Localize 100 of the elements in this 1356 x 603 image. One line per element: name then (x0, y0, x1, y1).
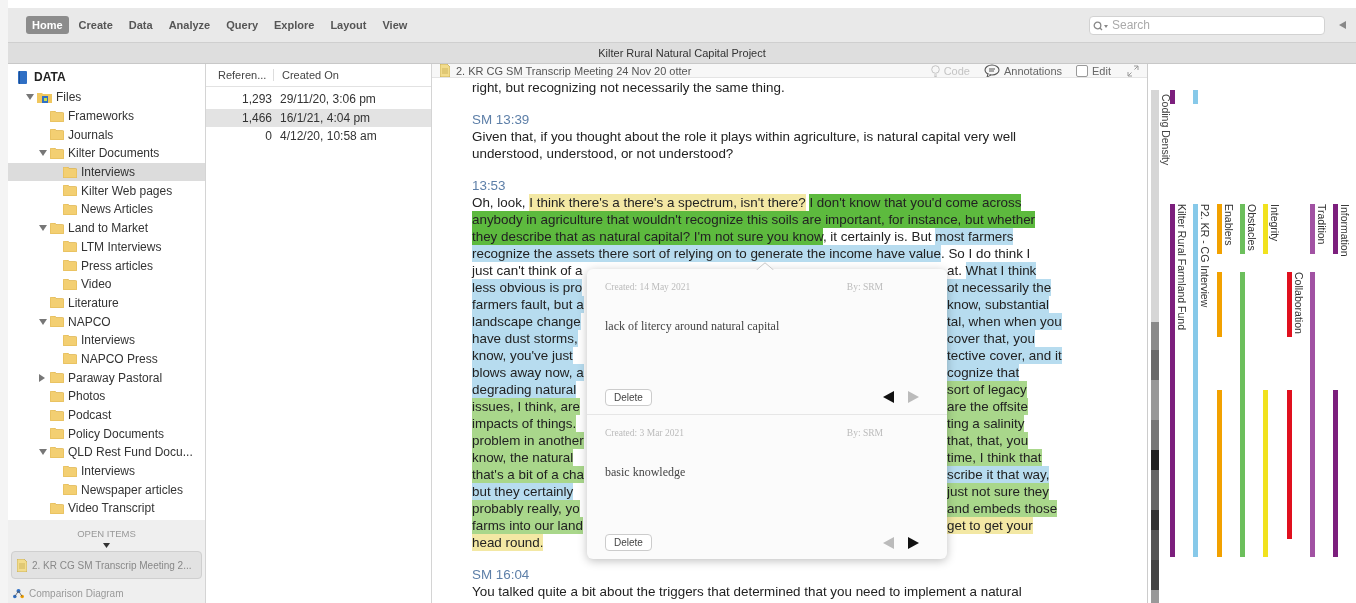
stripe-label[interactable]: Obstacles (1245, 204, 1258, 251)
coded-text[interactable]: ot necessarily the (947, 279, 1052, 296)
ribbon-tab[interactable]: Analyze (162, 16, 217, 34)
stripe-label[interactable]: P2. KR - CG Interview (1199, 204, 1212, 308)
coded-text[interactable]: issues, I think, are (472, 398, 580, 415)
coded-text[interactable]: but they certainly (472, 483, 574, 500)
tree-item[interactable]: Interviews (8, 461, 205, 481)
coded-text[interactable]: blows away now, a (472, 364, 584, 381)
table-row[interactable]: 1,466 16/1/21, 4:04 pm (206, 108, 431, 127)
expanded-triangle-icon[interactable] (39, 150, 47, 157)
expand-icon[interactable] (1127, 64, 1139, 77)
next-button[interactable] (908, 536, 919, 549)
coding-stripe[interactable] (1309, 272, 1315, 557)
ribbon-tab[interactable]: Query (220, 16, 265, 34)
coded-text[interactable]: head round. (472, 534, 544, 551)
stripe-label[interactable]: Information (1339, 204, 1352, 257)
coding-stripe[interactable] (1286, 390, 1292, 539)
coded-text[interactable]: and embeds those (947, 500, 1058, 517)
coded-text[interactable]: farms into our land (472, 517, 583, 534)
coded-text[interactable]: tal, when when you (947, 313, 1062, 330)
collapsed-triangle-icon[interactable] (39, 373, 45, 382)
coded-text[interactable]: I think there's a there's a spectrum, isn't there? (529, 194, 806, 211)
coded-text[interactable]: know, the natural (472, 449, 574, 466)
ribbon-tab[interactable]: Create (72, 16, 119, 34)
expanded-triangle-icon[interactable] (39, 318, 47, 325)
coded-text[interactable]: just not sure they (947, 483, 1049, 500)
coded-text[interactable]: that, that, you (947, 432, 1029, 449)
stripe-label[interactable]: Enablers (1222, 204, 1235, 246)
coded-text[interactable]: landscape change (472, 313, 581, 330)
coded-text[interactable]: I don't know that you'd come across (809, 194, 1022, 211)
coded-text[interactable]: scribe it that way, (947, 466, 1050, 483)
tree-item[interactable]: Photos (8, 387, 205, 406)
coded-text[interactable]: degrading natural (472, 381, 577, 398)
ribbon-tab[interactable]: Layout (324, 16, 373, 34)
expanded-triangle-icon[interactable] (39, 225, 47, 232)
ribbon-tab[interactable]: Explore (268, 16, 321, 34)
search-field[interactable]: Search (1089, 15, 1325, 35)
caret-icon[interactable] (103, 543, 110, 548)
annotations-button[interactable]: Annotations (979, 64, 1067, 77)
tree-item[interactable]: Policy Documents (8, 424, 205, 444)
tree-item[interactable]: QLD Rest Fund Docu... (8, 443, 205, 462)
tree-item[interactable]: Video Transcript (8, 499, 205, 518)
table-row[interactable]: 0 4/12/20, 10:58 am (206, 127, 431, 146)
coded-text[interactable]: less obvious is pro (472, 279, 583, 296)
coded-text[interactable]: sort of legacy (947, 381, 1027, 398)
coding-stripe[interactable] (1333, 204, 1339, 254)
stripe-label[interactable]: Tradition (1315, 204, 1328, 245)
tree-item[interactable]: NAPCO (8, 312, 205, 331)
tree-item[interactable]: News Articles (8, 200, 205, 219)
tree-item[interactable]: Newspaper articles (8, 480, 205, 500)
table-row[interactable]: 1,293 29/11/20, 3:06 pm (206, 90, 431, 109)
delete-button[interactable]: Delete (605, 534, 652, 551)
coding-stripe[interactable] (1333, 390, 1339, 557)
stripe-label[interactable]: Kilter Rural Farmland Fund (1176, 204, 1188, 331)
column-header[interactable]: Created On (274, 69, 339, 81)
coded-text[interactable]: problem in another (472, 432, 584, 449)
coded-text[interactable]: have dust storms, (472, 330, 578, 347)
coded-text[interactable]: get to get your (947, 517, 1033, 534)
coded-text[interactable]: time, I think that (947, 449, 1042, 466)
edit-checkbox[interactable]: Edit (1072, 64, 1115, 77)
expanded-triangle-icon[interactable] (39, 449, 47, 456)
coded-text[interactable]: know, you've just (472, 347, 573, 364)
coded-text[interactable]: What I think (965, 262, 1037, 279)
tree-item[interactable]: Kilter Web pages (8, 181, 205, 201)
coded-text[interactable]: impacts of things. (472, 415, 577, 432)
coded-text[interactable]: cognize that (947, 364, 1020, 381)
tree-item[interactable]: Kilter Documents (8, 144, 205, 163)
tree-item[interactable]: Press articles (8, 256, 205, 275)
tree-item[interactable]: LTM Interviews (8, 237, 205, 257)
tree-item[interactable]: Video (8, 274, 205, 294)
coded-text[interactable]: are the offsite (947, 398, 1028, 415)
coded-text[interactable]: recognize the assets there sort of relying on to generate the income have value (472, 245, 941, 262)
coded-text[interactable]: farmers fault, but a (472, 296, 584, 313)
coded-text[interactable]: tective cover, and it (947, 347, 1062, 364)
delete-button[interactable]: Delete (605, 388, 652, 406)
tree-item[interactable]: Files (8, 88, 205, 107)
ribbon-tab[interactable]: View (376, 16, 414, 34)
stripe-label[interactable]: Integrity (1269, 204, 1282, 242)
tree-item[interactable]: NAPCO Press (8, 349, 205, 369)
coded-text[interactable]: cover that, you (947, 330, 1035, 347)
coding-stripe[interactable] (1286, 272, 1292, 337)
coding-stripe[interactable] (1309, 204, 1315, 254)
tree-item[interactable]: Interviews (8, 330, 205, 350)
ribbon-tab[interactable]: Data (122, 16, 159, 34)
stripe-label[interactable]: Collaboration (1292, 272, 1305, 334)
tree-item[interactable]: Paraway Pastoral (8, 368, 205, 387)
coded-text[interactable]: that's a bit of a cha (472, 466, 584, 483)
tree-item[interactable]: Land to Market (8, 218, 205, 238)
tree-item[interactable]: Interviews (8, 162, 205, 182)
coded-text[interactable]: most farmers (935, 228, 1014, 245)
coded-text[interactable]: know, substantial (947, 296, 1049, 313)
coded-text[interactable]: anybody in agriculture that wouldn't recognize this soils are important, for instance, but whether (472, 211, 1036, 228)
tree-item[interactable]: Literature (8, 293, 205, 313)
expanded-triangle-icon[interactable] (26, 94, 34, 101)
collapse-arrow-icon[interactable] (1339, 21, 1346, 29)
coded-text[interactable]: probably really, yo (472, 500, 580, 517)
tree-item[interactable]: Podcast (8, 405, 205, 425)
previous-button[interactable] (883, 391, 894, 403)
tree-item[interactable]: Frameworks (8, 106, 205, 126)
column-header[interactable]: Referen... (206, 69, 274, 81)
